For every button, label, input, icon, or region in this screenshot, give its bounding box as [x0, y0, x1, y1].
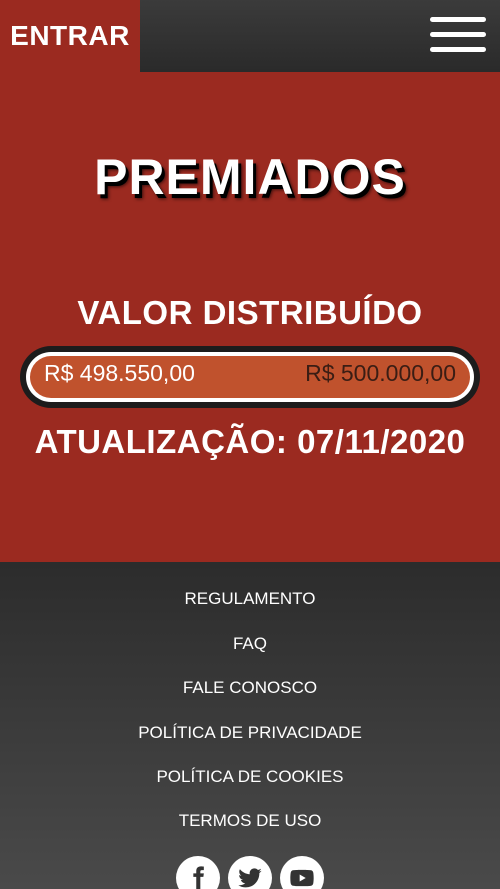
footer-link-regulamento[interactable]: REGULAMENTO [0, 589, 500, 609]
footer-link-faq[interactable]: FAQ [0, 634, 500, 654]
distributed-value-label: VALOR DISTRIBUÍDO [77, 294, 423, 331]
top-header: ENTRAR [0, 0, 500, 72]
footer-link-cookies[interactable]: POLÍTICA DE COOKIES [0, 767, 500, 787]
menu-line [430, 17, 486, 22]
progress-bar: R$ 498.550,00 R$ 500.000,00 [20, 346, 480, 408]
footer-link-termos[interactable]: TERMOS DE USO [0, 811, 500, 831]
menu-line [430, 47, 486, 52]
menu-line [430, 32, 486, 37]
hamburger-menu-icon[interactable] [430, 17, 486, 55]
progress-target-value: R$ 500.000,00 [305, 360, 456, 386]
footer-link-fale-conosco[interactable]: FALE CONOSCO [0, 678, 500, 698]
progress-bar-frame: R$ 498.550,00 R$ 500.000,00 [26, 352, 474, 402]
page-title: PREMIADOS [94, 149, 406, 205]
footer-link-privacidade[interactable]: POLÍTICA DE PRIVACIDADE [0, 723, 500, 743]
update-date: ATUALIZAÇÃO: 07/11/2020 [34, 423, 466, 460]
enter-button[interactable]: ENTRAR [0, 0, 140, 72]
progress-bar-fill: R$ 498.550,00 R$ 500.000,00 [30, 356, 470, 398]
progress-current-value: R$ 498.550,00 [44, 360, 195, 386]
